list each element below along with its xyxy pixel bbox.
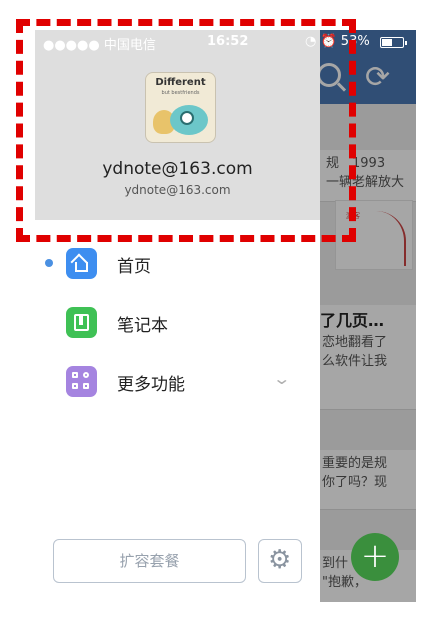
chevron-down-icon[interactable]: ⌄ [272,369,291,388]
expand-plan-button[interactable]: 扩容套餐 [53,539,246,583]
highlight-frame [16,19,356,242]
active-indicator [45,259,53,267]
menu-item-home[interactable]: 首页 [35,239,320,289]
menu-item-label: 首页 [117,257,151,277]
notebook-icon [66,307,97,338]
grid-icon [66,366,97,397]
home-icon [66,248,97,279]
menu-item-label: 笔记本 [117,316,168,336]
menu-item-label: 更多功能 [117,375,185,395]
settings-button[interactable]: ⚙ [258,539,302,583]
gear-icon: ⚙ [268,545,292,575]
screenshot-stage: ⟳ 规 1993 一辆老解放大 游客 了几页… 恋地翻看了 么软件让我 重要的是… [0,0,444,635]
menu-item-notebook[interactable]: 笔记本 [35,298,320,348]
add-note-button[interactable]: + [351,533,399,581]
battery-icon [380,37,407,48]
menu-item-more-features[interactable]: 更多功能 ⌄ [35,357,320,407]
